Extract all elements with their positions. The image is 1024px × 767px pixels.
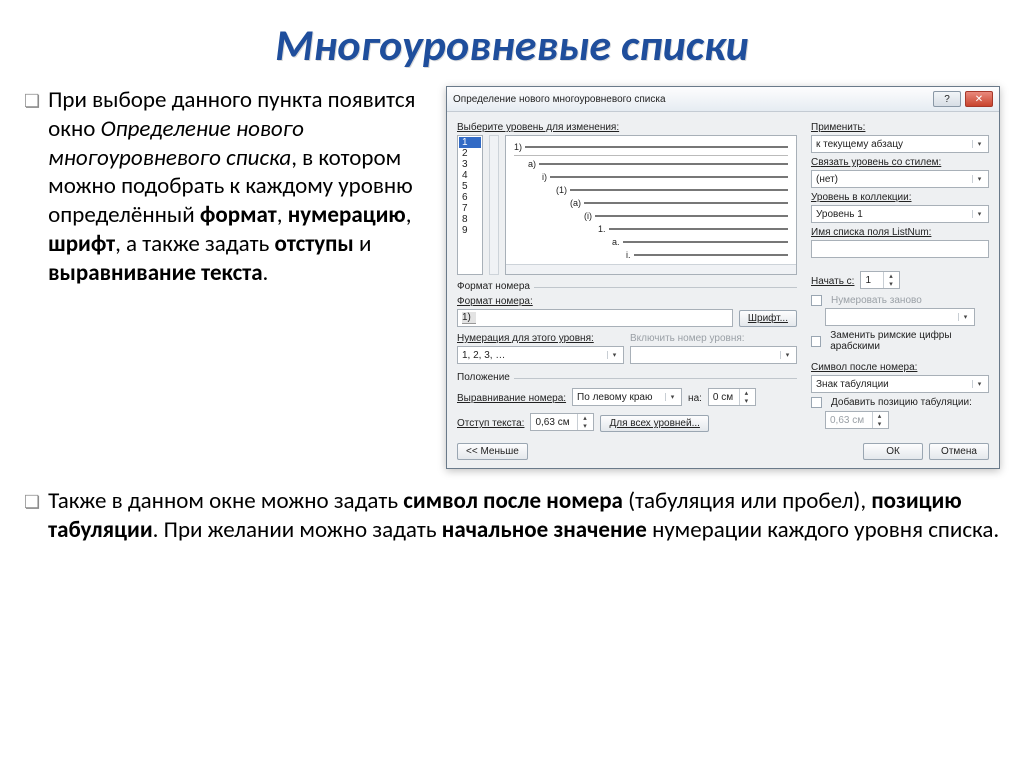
level-option-2[interactable]: 2 [459,148,481,159]
restart-checkbox[interactable] [811,295,822,306]
preview-hscroll[interactable] [506,264,796,274]
add-tab-checkbox[interactable] [811,397,822,408]
select-level-label: Выберите уровень для изменения: [457,122,797,133]
start-at-label: Начать с: [811,276,854,287]
listnum-label: Имя списка поля ListNum: [811,227,931,238]
numbering-style-combo[interactable]: 1, 2, 3, …▾ [457,346,624,364]
apply-to-label: Применить: [811,122,865,133]
level-option-6[interactable]: 6 [459,192,481,203]
bullet-para-2: ❏ Также в данном окне можно задать симво… [24,487,1000,545]
dialog-title: Определение нового многоуровневого списк… [453,94,666,105]
level-option-8[interactable]: 8 [459,214,481,225]
slide-title: Многоуровневые списки [24,18,1000,72]
multilevel-list-dialog: Определение нового многоуровневого списк… [446,86,1000,469]
aligned-at-spin[interactable]: 0 см▴▾ [708,388,756,406]
level-listbox[interactable]: 1 2 3 4 5 6 7 8 9 [457,135,483,275]
set-all-levels-button[interactable]: Для всех уровней... [600,415,708,432]
number-align-combo[interactable]: По левому краю▾ [572,388,682,406]
level-option-4[interactable]: 4 [459,170,481,181]
ok-button[interactable]: ОК [863,443,923,460]
text-indent-label: Отступ текста: [457,418,524,429]
numbering-style-label: Нумерация для этого уровня: [457,333,594,344]
replace-roman-label: Заменить римские цифры арабскими [830,330,989,352]
gallery-level-combo[interactable]: Уровень 1▾ [811,205,989,223]
include-level-combo[interactable]: ▾ [630,346,797,364]
level-scrollbar[interactable] [489,135,499,275]
bullet-para-1: ❏ При выборе данного пункта появится окн… [24,86,432,287]
start-at-spin[interactable]: 1▴▾ [860,271,900,289]
follow-char-label: Символ после номера: [811,362,917,373]
font-button[interactable]: Шрифт... [739,310,797,327]
number-align-label: Выравнивание номера: [457,393,566,404]
section-position: Положение [457,372,514,383]
tab-position-spin[interactable]: 0,63 см▴▾ [825,411,889,429]
section-number-format: Формат номера [457,281,534,292]
help-button[interactable]: ? [933,91,961,107]
replace-roman-checkbox[interactable] [811,336,821,347]
level-option-3[interactable]: 3 [459,159,481,170]
level-option-9[interactable]: 9 [459,225,481,236]
add-tab-label: Добавить позицию табуляции: [831,397,972,408]
gallery-level-label: Уровень в коллекции: [811,192,912,203]
bullet-square-icon: ❏ [24,90,40,287]
less-button[interactable]: << Меньше [457,443,528,460]
text-indent-spin[interactable]: 0,63 см▴▾ [530,413,594,431]
level-option-7[interactable]: 7 [459,203,481,214]
bullet-square-icon: ❏ [24,491,40,545]
apply-to-combo[interactable]: к текущему абзацу▾ [811,135,989,153]
restart-label: Нумеровать заново [831,295,922,306]
link-style-label: Связать уровень со стилем: [811,157,941,168]
list-preview: 1) a) i) (1) (a) (i) 1. a. i. [505,135,797,275]
cancel-button[interactable]: Отмена [929,443,989,460]
include-level-label: Включить номер уровня: [630,333,797,344]
listnum-input[interactable] [811,240,989,258]
aligned-at-label: на: [688,393,702,404]
level-option-1[interactable]: 1 [459,137,481,148]
number-format-input[interactable]: 1) [457,309,733,327]
follow-char-combo[interactable]: Знак табуляции▾ [811,375,989,393]
number-format-label: Формат номера: [457,296,533,307]
link-style-combo[interactable]: (нет)▾ [811,170,989,188]
level-option-5[interactable]: 5 [459,181,481,192]
restart-after-combo[interactable]: ▾ [825,308,975,326]
close-button[interactable]: ✕ [965,91,993,107]
